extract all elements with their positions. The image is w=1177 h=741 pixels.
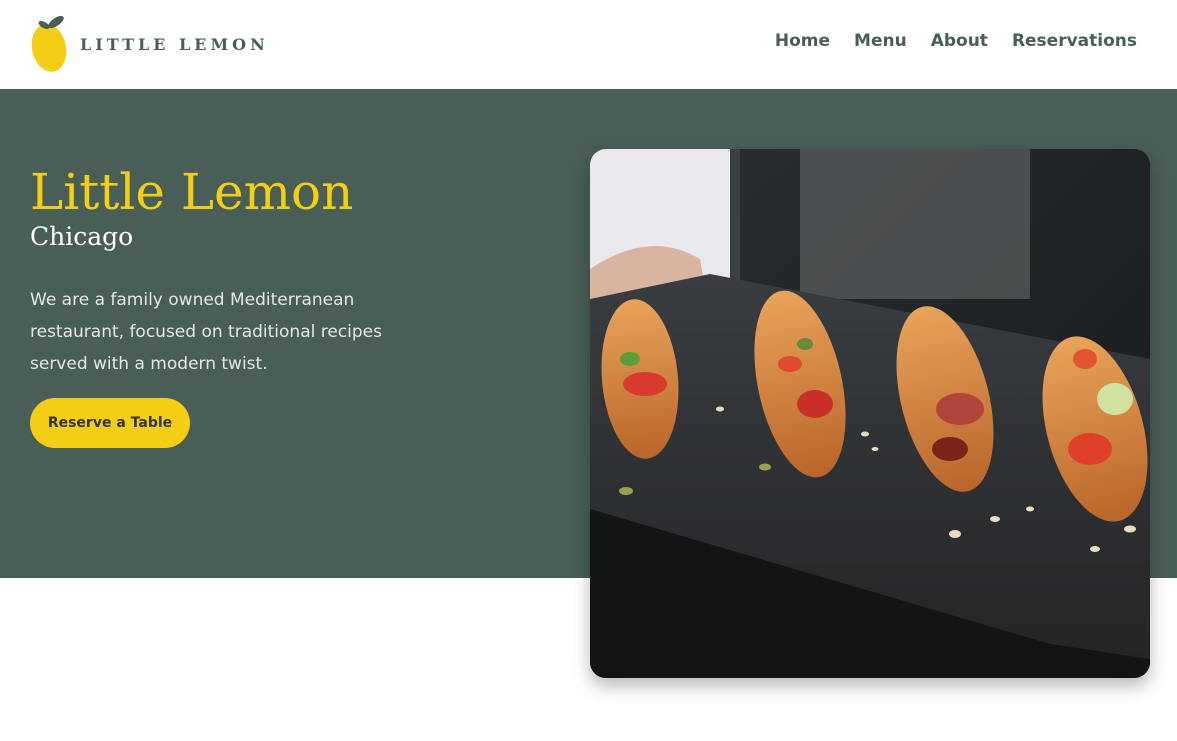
- main-nav: Home Menu About Reservations: [775, 31, 1137, 51]
- bruschetta-photo: [590, 149, 1150, 678]
- nav-home-link[interactable]: Home: [775, 31, 830, 51]
- reserve-table-button[interactable]: Reserve a Table: [30, 398, 190, 448]
- nav-menu-link[interactable]: Menu: [854, 31, 907, 51]
- brand-name: LITTLE LEMON: [80, 34, 269, 54]
- hero-image: [590, 149, 1150, 678]
- hero-title: Little Lemon: [30, 163, 354, 221]
- logo[interactable]: LITTLE LEMON: [30, 12, 269, 74]
- site-header: LITTLE LEMON Home Menu About Reservation…: [0, 0, 1177, 89]
- nav-about-link[interactable]: About: [931, 31, 988, 51]
- hero-subtitle: Chicago: [30, 222, 134, 251]
- nav-reservations-link[interactable]: Reservations: [1012, 31, 1137, 51]
- lemon-icon: [31, 15, 67, 72]
- hero-description: We are a family owned Mediterranean rest…: [30, 290, 382, 374]
